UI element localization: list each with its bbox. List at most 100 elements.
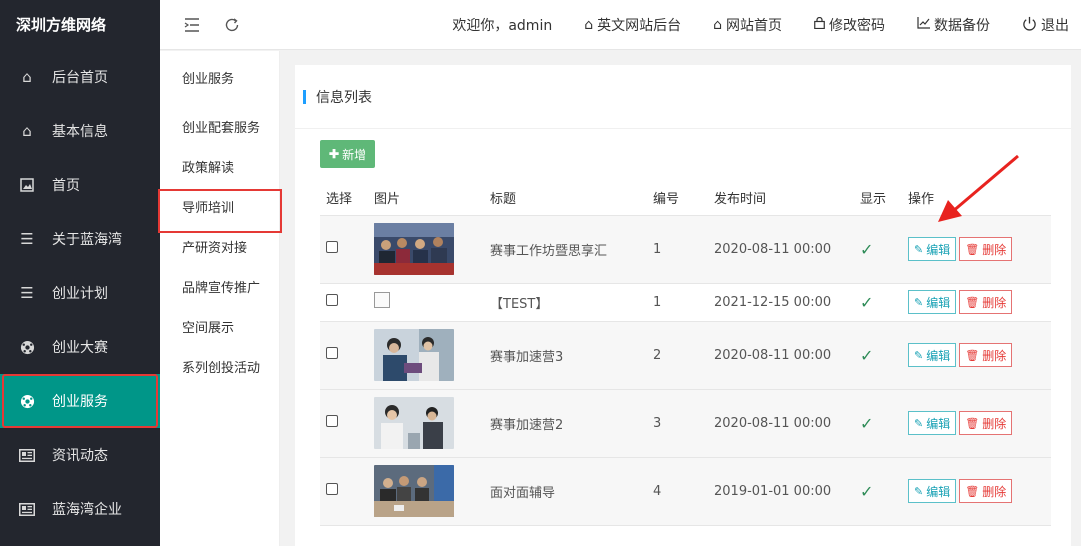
delete-button[interactable]: 🗑 删除 (959, 343, 1013, 367)
edit-button[interactable]: ✎ 编辑 (908, 343, 957, 367)
subnav-item-services[interactable]: 创业服务 (160, 60, 279, 100)
sidebar: 深圳方维网络 ⌂ 后台首页 ⌂ 基本信息 首页 ☰ 关于蓝海湾 ☰ 创业计划 创… (0, 0, 160, 546)
table-row: 赛事加速营2 3 2020-08-11 00:00 ✓ ✎ 编辑 🗑 删除 (320, 388, 1051, 457)
menu-icon: ☰ (20, 284, 34, 302)
subnav-item-support[interactable]: 创业配套服务 (160, 109, 279, 149)
plus-icon: ✚ (329, 147, 340, 161)
sidebar-item-contest[interactable]: 创业大赛 (0, 320, 160, 374)
sidebar-item-label: 创业服务 (52, 394, 108, 410)
trash-icon: 🗑 (965, 484, 980, 498)
row-checkbox[interactable] (326, 483, 338, 495)
sidebar-item-news[interactable]: 资讯动态 (0, 428, 160, 482)
trash-icon: 🗑 (965, 295, 980, 309)
row-checkbox[interactable] (326, 241, 338, 253)
shown-check-icon: ✓ (860, 239, 874, 259)
sidebar-item-homepage[interactable]: 首页 (0, 158, 160, 212)
row-date: 2021-12-15 00:00 (708, 282, 854, 321)
trash-icon: 🗑 (965, 416, 980, 430)
home-icon: ⌂ (22, 68, 32, 86)
row-date: 2020-08-11 00:00 (708, 214, 854, 283)
row-title: 【TEST】 (484, 282, 647, 321)
subnav-item-policy[interactable]: 政策解读 (160, 149, 279, 189)
pencil-icon: ✎ (914, 295, 924, 309)
sidebar-item-label: 基本信息 (52, 124, 108, 140)
home-icon: ⌂ (22, 122, 32, 140)
sidebar-item-label: 首页 (52, 178, 80, 194)
delete-button[interactable]: 🗑 删除 (959, 411, 1013, 435)
power-icon (1022, 16, 1037, 35)
change-password-link[interactable]: 修改密码 (814, 15, 885, 35)
shown-check-icon: ✓ (860, 413, 874, 433)
link-label: 退出 (1041, 18, 1069, 34)
subnav-item-events[interactable]: 系列创投活动 (160, 349, 279, 389)
row-date: 2019-01-01 00:00 (708, 456, 854, 526)
row-thumbnail (374, 223, 454, 275)
pencil-icon: ✎ (914, 348, 924, 362)
info-table: 选择 图片 标题 编号 发布时间 显示 操作 赛事工作坊暨思享汇 1 2020-… (320, 181, 1051, 526)
sidebar-item-label: 资讯动态 (52, 448, 108, 464)
subnav-item-research[interactable]: 产研资对接 (160, 229, 279, 269)
row-checkbox[interactable] (326, 415, 338, 427)
edit-label: 编辑 (926, 416, 951, 431)
sidebar-item-services[interactable]: 创业服务 (0, 374, 160, 428)
sidebar-item-label: 关于蓝海湾 (52, 232, 122, 248)
site-home-link[interactable]: ⌂ 网站首页 (713, 15, 782, 35)
sidebar-item-about[interactable]: ☰ 关于蓝海湾 (0, 212, 160, 266)
edit-label: 编辑 (926, 348, 951, 363)
delete-button[interactable]: 🗑 删除 (959, 479, 1013, 503)
delete-button[interactable]: 🗑 删除 (959, 290, 1013, 314)
sidebar-item-plan[interactable]: ☰ 创业计划 (0, 266, 160, 320)
top-header: 欢迎你，admin ⌂ 英文网站后台 ⌂ 网站首页 修改密码 数据备份 退出 (160, 0, 1081, 50)
main-panel: 信息列表 ✚ 新增 选择 图片 标题 编号 发布时间 显示 操作 赛事工作坊暨思… (295, 65, 1071, 546)
brand-logo: 深圳方维网络 (16, 16, 107, 34)
table-row: 【TEST】 1 2021-12-15 00:00 ✓ ✎ 编辑 🗑 删除 (320, 282, 1051, 321)
home-icon: ⌂ (584, 17, 594, 33)
menu-toggle-icon[interactable] (180, 13, 204, 37)
row-id: 1 (647, 282, 708, 321)
pencil-icon: ✎ (914, 242, 924, 256)
title-accent-bar (303, 89, 306, 104)
sidebar-item-label: 创业大赛 (52, 340, 108, 356)
edit-button[interactable]: ✎ 编辑 (908, 479, 957, 503)
header-links: 欢迎你，admin ⌂ 英文网站后台 ⌂ 网站首页 修改密码 数据备份 退出 (452, 0, 1069, 50)
subnav-item-space[interactable]: 空间展示 (160, 309, 279, 349)
subnav-item-mentor[interactable]: 导师培训 (158, 189, 282, 233)
panel-title: 信息列表 (316, 89, 372, 106)
sidebar-item-label: 蓝海湾企业 (52, 502, 122, 518)
table-row: 赛事工作坊暨思享汇 1 2020-08-11 00:00 ✓ ✎ 编辑 🗑 删除 (320, 214, 1051, 283)
refresh-icon[interactable] (220, 13, 244, 37)
sidebar-item-basic-info[interactable]: ⌂ 基本信息 (0, 104, 160, 158)
row-thumbnail (374, 329, 454, 381)
row-title: 面对面辅导 (484, 456, 647, 526)
col-select: 选择 (326, 192, 353, 208)
panel-header: 信息列表 (295, 65, 1071, 129)
menu-icon: ☰ (20, 230, 34, 248)
news-icon (18, 446, 36, 464)
col-shown: 显示 (860, 192, 887, 208)
add-button-label: 新增 (342, 147, 367, 162)
sidebar-item-dashboard[interactable]: ⌂ 后台首页 (0, 50, 160, 104)
logout-link[interactable]: 退出 (1022, 15, 1069, 35)
edit-label: 编辑 (926, 242, 951, 257)
row-checkbox[interactable] (326, 347, 338, 359)
edit-label: 编辑 (926, 295, 951, 310)
col-image: 图片 (374, 192, 401, 208)
add-button[interactable]: ✚ 新增 (320, 140, 376, 168)
table-row: 面对面辅导 4 2019-01-01 00:00 ✓ ✎ 编辑 🗑 删除 (320, 456, 1051, 526)
row-checkbox[interactable] (326, 294, 338, 306)
delete-button[interactable]: 🗑 删除 (959, 237, 1013, 261)
english-admin-link[interactable]: ⌂ 英文网站后台 (584, 15, 681, 35)
delete-label: 删除 (982, 295, 1007, 310)
edit-button[interactable]: ✎ 编辑 (908, 290, 957, 314)
row-date: 2020-08-11 00:00 (708, 320, 854, 389)
data-backup-link[interactable]: 数据备份 (917, 15, 990, 35)
sidebar-item-companies[interactable]: 蓝海湾企业 (0, 482, 160, 536)
row-thumbnail (374, 465, 454, 517)
edit-button[interactable]: ✎ 编辑 (908, 237, 957, 261)
edit-button[interactable]: ✎ 编辑 (908, 411, 957, 435)
col-date: 发布时间 (714, 192, 767, 208)
link-label: 网站首页 (726, 18, 782, 34)
row-title: 赛事加速营3 (484, 320, 647, 389)
pencil-icon: ✎ (914, 484, 924, 498)
subnav-item-branding[interactable]: 品牌宣传推广 (160, 269, 279, 309)
